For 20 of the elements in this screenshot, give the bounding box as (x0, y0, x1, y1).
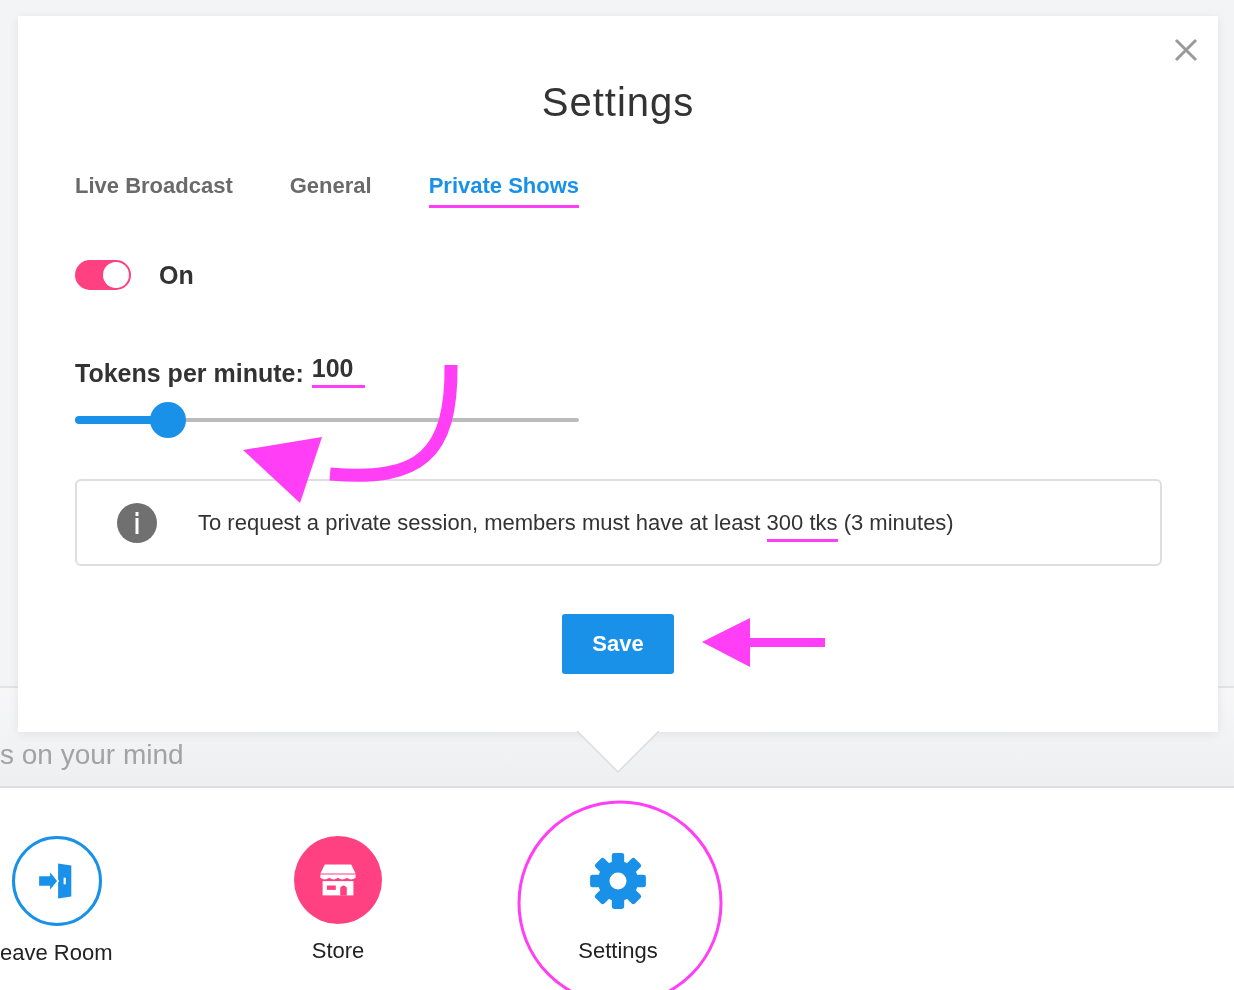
toggle-label: On (159, 260, 194, 290)
info-icon (117, 502, 157, 543)
save-button[interactable]: Save (562, 614, 674, 674)
tab[interactable]: General (289, 173, 372, 208)
button-label: eave Room (0, 940, 113, 966)
tab[interactable]: Live Broadcast (75, 173, 233, 208)
button-label: Settings (578, 938, 658, 964)
rate-label: Tokens per minute: (75, 359, 304, 388)
button-label: Store (311, 938, 365, 964)
leave-button[interactable] (12, 836, 102, 926)
settings-icon[interactable] (587, 850, 649, 912)
info-text: To request a private session, members must have at least 300 tks (3 minutes) (198, 505, 954, 540)
close-icon[interactable] (1174, 38, 1198, 62)
message-field[interactable]: s on your mind (0, 738, 400, 772)
toggle-switch[interactable] (75, 260, 131, 290)
rate-value: 100 (311, 354, 366, 388)
slider-track[interactable] (75, 402, 579, 438)
dialog-title: Settings (540, 79, 696, 126)
tab[interactable]: Private Shows (428, 173, 580, 208)
slider-thumb[interactable] (150, 402, 187, 438)
